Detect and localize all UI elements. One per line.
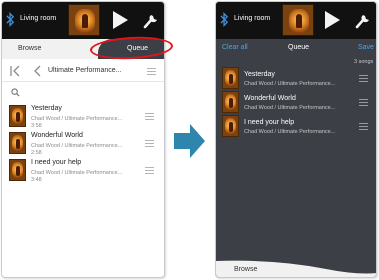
track-thumbnail <box>222 115 239 137</box>
track-subtitle: Chad Wood / Ultimate Performance... <box>31 143 123 149</box>
track-subtitle: Chad Wood / Ultimate Performance... <box>31 170 123 176</box>
search-icon[interactable] <box>11 88 20 97</box>
track-row[interactable]: I need your help Chad Wood / Ultimate Pe… <box>9 159 159 183</box>
track-thumbnail <box>222 91 239 113</box>
right-phone-screen: Living room Clear all Queue Save 3 songs… <box>215 1 377 278</box>
back-icon[interactable] <box>32 65 42 77</box>
room-name[interactable]: Living room <box>20 15 56 22</box>
bluetooth-icon[interactable] <box>6 12 15 27</box>
queue-item[interactable]: Yesterday Chad Wood / Ultimate Performan… <box>222 67 372 91</box>
clear-all-button[interactable]: Clear all <box>222 44 248 51</box>
album-art[interactable] <box>282 4 314 36</box>
drag-handle-icon[interactable] <box>359 75 368 83</box>
track-duration: 3:58 <box>31 123 42 129</box>
play-icon[interactable] <box>113 11 128 29</box>
track-subtitle: Chad Wood / Ultimate Performance... <box>244 129 336 135</box>
track-title: Yesterday <box>31 105 62 112</box>
track-duration: 2:58 <box>31 150 42 156</box>
tab-browse[interactable]: Browse <box>18 45 41 52</box>
first-page-icon[interactable] <box>9 65 21 77</box>
track-thumbnail <box>222 67 239 89</box>
menu-icon[interactable] <box>147 68 156 76</box>
wrench-icon[interactable] <box>355 11 371 29</box>
track-title: Yesterday <box>244 71 275 78</box>
track-thumbnail <box>9 105 26 127</box>
room-name[interactable]: Living room <box>234 15 270 22</box>
track-row[interactable]: Wonderful World Chad Wood / Ultimate Per… <box>9 132 159 156</box>
track-thumbnail <box>9 159 26 181</box>
track-row[interactable]: Yesterday Chad Wood / Ultimate Performan… <box>9 105 159 129</box>
bottom-tab-bar: Browse <box>216 259 376 277</box>
track-menu-icon[interactable] <box>145 140 154 148</box>
queue-item[interactable]: I need your help Chad Wood / Ultimate Pe… <box>222 115 372 139</box>
queue-header: Clear all Queue Save <box>216 39 376 57</box>
track-subtitle: Chad Wood / Ultimate Performance... <box>31 116 123 122</box>
album-art[interactable] <box>68 4 100 36</box>
play-icon[interactable] <box>325 11 340 29</box>
tab-browse[interactable]: Browse <box>234 266 257 273</box>
wrench-icon[interactable] <box>143 11 159 29</box>
track-title: Wonderful World <box>31 132 83 139</box>
now-playing-bar: Living room <box>2 2 164 39</box>
queue-title: Queue <box>288 44 310 51</box>
track-title: I need your help <box>31 159 82 166</box>
browse-nav-row: Ultimate Performance... <box>2 60 164 82</box>
track-subtitle: Chad Wood / Ultimate Performance... <box>244 105 336 111</box>
track-menu-icon[interactable] <box>145 167 154 175</box>
bluetooth-icon[interactable] <box>220 12 229 27</box>
track-duration: 3:48 <box>31 177 42 183</box>
drag-handle-icon[interactable] <box>359 123 368 131</box>
arrow-right-icon <box>174 124 205 158</box>
album-title: Ultimate Performance... <box>48 67 122 74</box>
save-button[interactable]: Save <box>358 44 374 51</box>
track-thumbnail <box>9 132 26 154</box>
now-playing-bar: Living room <box>216 2 376 39</box>
track-title: I need your help <box>244 119 295 126</box>
track-title: Wonderful World <box>244 95 296 102</box>
track-menu-icon[interactable] <box>145 113 154 121</box>
song-count: 3 songs <box>354 59 374 65</box>
track-subtitle: Chad Wood / Ultimate Performance... <box>244 81 336 87</box>
queue-item[interactable]: Wonderful World Chad Wood / Ultimate Per… <box>222 91 372 115</box>
drag-handle-icon[interactable] <box>359 99 368 107</box>
